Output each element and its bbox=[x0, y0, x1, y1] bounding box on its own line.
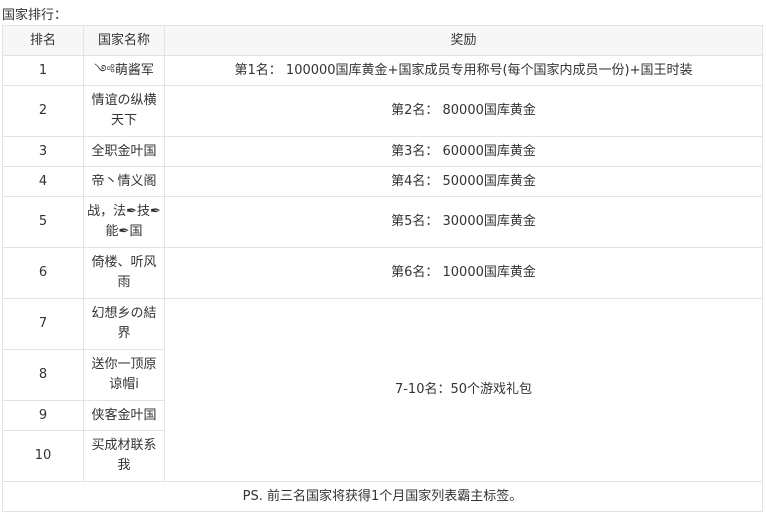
table-row: 7 幻想乡の結界 7-10名：50个游戏礼包 bbox=[2, 298, 763, 482]
table-row: 5 战，法✒技✒能✒国 第5名： 30000国库黄金 bbox=[2, 196, 763, 248]
country-name-cell: 侠客金叶国 bbox=[83, 400, 165, 431]
reward-cell: 第3名： 60000国库黄金 bbox=[164, 136, 763, 167]
rank-cell: 5 bbox=[2, 196, 84, 248]
rank-cell: 6 bbox=[2, 247, 84, 299]
rank-cell: 1 bbox=[2, 55, 84, 86]
country-name-cell: 情谊の纵横天下 bbox=[83, 85, 165, 137]
rank-cell: 2 bbox=[2, 85, 84, 137]
header-reward: 奖励 bbox=[164, 25, 763, 56]
country-name-cell: 幻想乡の結界 bbox=[83, 298, 165, 350]
country-name-cell: ༺萌酱军 bbox=[83, 55, 165, 86]
country-name-cell: 买成材联系我 bbox=[83, 430, 165, 482]
country-name-cell: 全职金叶国 bbox=[83, 136, 165, 167]
reward-cell: 第1名： 100000国库黄金+国家成员专用称号(每个国家内成员一份)+国王时装 bbox=[164, 55, 763, 86]
section-heading: 国家排行： bbox=[2, 8, 68, 23]
country-name-cell: 倚楼、听风雨 bbox=[83, 247, 165, 299]
footer-row: PS. 前三名国家将获得1个月国家列表霸主标签。 bbox=[2, 481, 763, 512]
rank-cell: 10 bbox=[2, 430, 84, 482]
table-row: 3 全职金叶国 第3名： 60000国库黄金 bbox=[2, 136, 763, 167]
reward-cell: 第5名： 30000国库黄金 bbox=[164, 196, 763, 248]
rank-cell: 9 bbox=[2, 400, 84, 431]
table-row: 2 情谊の纵横天下 第2名： 80000国库黄金 bbox=[2, 85, 763, 137]
reward-cell: 第4名： 50000国库黄金 bbox=[164, 166, 763, 197]
rank-cell: 7 bbox=[2, 298, 84, 350]
rank-cell: 4 bbox=[2, 166, 84, 197]
rank-cell: 3 bbox=[2, 136, 84, 167]
reward-cell: 第2名： 80000国库黄金 bbox=[164, 85, 763, 137]
table-header-row: 排名 国家名称 奖励 bbox=[2, 25, 763, 56]
rank-cell: 8 bbox=[2, 349, 84, 401]
table-row: 1 ༺萌酱军 第1名： 100000国库黄金+国家成员专用称号(每个国家内成员一… bbox=[2, 55, 763, 86]
footer-note: PS. 前三名国家将获得1个月国家列表霸主标签。 bbox=[2, 481, 763, 512]
country-name-cell: 送你一顶原谅帽i bbox=[83, 349, 165, 401]
country-name-cell: 帝丶情义阁 bbox=[83, 166, 165, 197]
table-row: 4 帝丶情义阁 第4名： 50000国库黄金 bbox=[2, 166, 763, 197]
header-rank: 排名 bbox=[2, 25, 84, 56]
reward-cell: 第6名： 10000国库黄金 bbox=[164, 247, 763, 299]
ranking-table: 排名 国家名称 奖励 1 ༺萌酱军 第1名： 100000国库黄金+国家成员专用… bbox=[2, 25, 763, 512]
table-row: 6 倚楼、听风雨 第6名： 10000国库黄金 bbox=[2, 247, 763, 299]
country-name-cell: 战，法✒技✒能✒国 bbox=[83, 196, 165, 248]
header-country-name: 国家名称 bbox=[83, 25, 165, 56]
group-reward-cell: 7-10名：50个游戏礼包 bbox=[164, 298, 763, 482]
